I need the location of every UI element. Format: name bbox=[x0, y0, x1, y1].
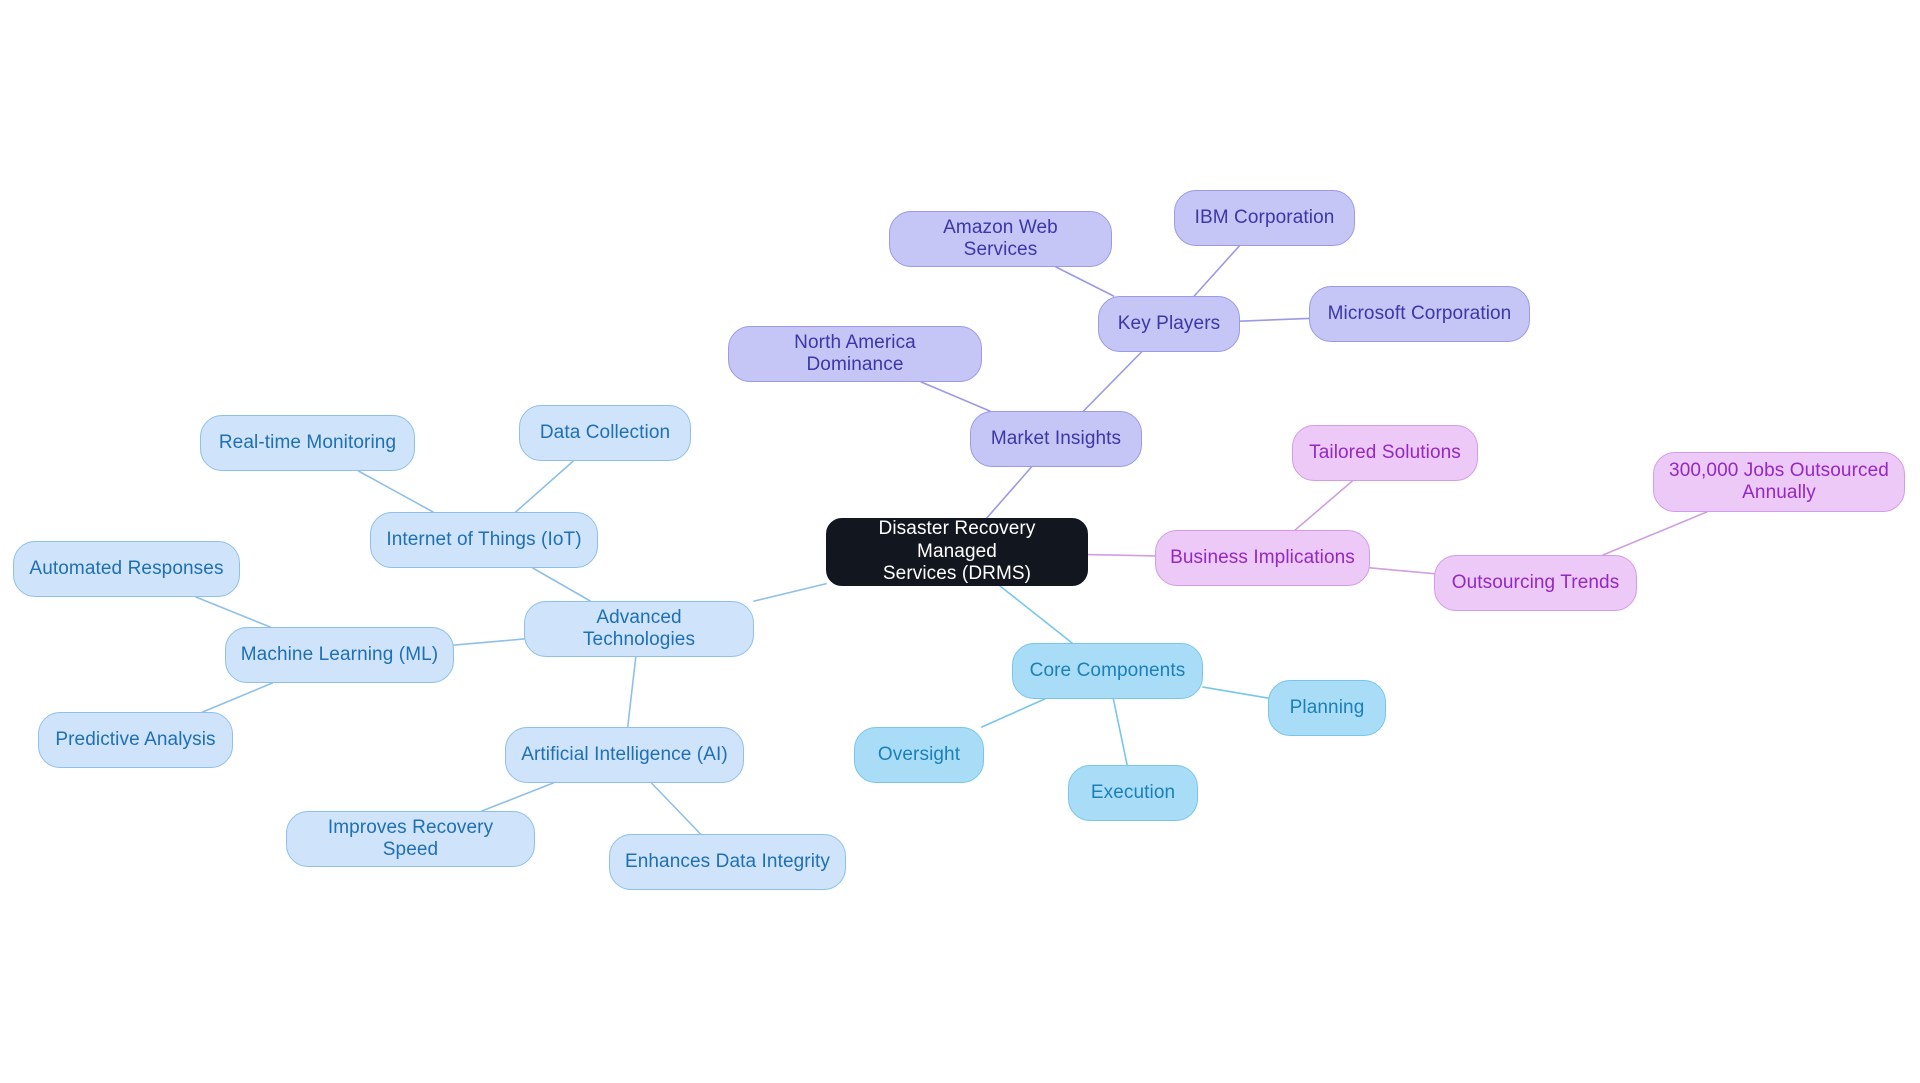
mindmap-edge-root-to-market-insights bbox=[985, 466, 1033, 519]
mindmap-edge-core-components-to-oversight bbox=[981, 698, 1046, 728]
mindmap-node-advanced-technologies[interactable]: Advanced Technologies bbox=[524, 601, 754, 657]
mindmap-node-north-america-dominance[interactable]: North America Dominance bbox=[728, 326, 982, 382]
mindmap-edge-market-insights-to-north-america-dominance bbox=[920, 381, 991, 412]
mindmap-node-market-insights[interactable]: Market Insights bbox=[970, 411, 1142, 467]
mindmap-edge-artificial-intelligence-to-improves-recovery-speed bbox=[481, 782, 554, 812]
mindmap-node-improves-recovery-speed[interactable]: Improves Recovery Speed bbox=[286, 811, 535, 867]
mindmap-node-planning[interactable]: Planning bbox=[1268, 680, 1386, 736]
mindmap-node-microsoft-corporation[interactable]: Microsoft Corporation bbox=[1309, 286, 1530, 342]
mindmap-node-execution[interactable]: Execution bbox=[1068, 765, 1198, 821]
mindmap-node-outsourcing-trends[interactable]: Outsourcing Trends bbox=[1434, 555, 1637, 611]
mindmap-node-root[interactable]: Disaster Recovery Managed Services (DRMS… bbox=[826, 518, 1088, 586]
mindmap-node-jobs-outsourced[interactable]: 300,000 Jobs Outsourced Annually bbox=[1653, 452, 1905, 512]
mindmap-edge-machine-learning-to-automated-responses bbox=[195, 596, 271, 628]
mindmap-edge-advanced-technologies-to-internet-of-things bbox=[531, 567, 592, 602]
mindmap-node-ibm-corporation[interactable]: IBM Corporation bbox=[1174, 190, 1355, 246]
mindmap-node-core-components[interactable]: Core Components bbox=[1012, 643, 1203, 699]
mindmap-edge-business-implications-to-outsourcing-trends bbox=[1369, 567, 1435, 575]
mindmap-canvas: Disaster Recovery Managed Services (DRMS… bbox=[0, 0, 1920, 1083]
mindmap-edge-advanced-technologies-to-artificial-intelligence bbox=[626, 656, 637, 728]
mindmap-edge-outsourcing-trends-to-jobs-outsourced bbox=[1602, 511, 1708, 556]
mindmap-edge-root-to-business-implications bbox=[1087, 553, 1156, 557]
mindmap-edge-root-to-core-components bbox=[999, 585, 1073, 644]
mindmap-edge-internet-of-things-to-real-time-monitoring bbox=[357, 470, 434, 513]
mindmap-edge-core-components-to-planning bbox=[1202, 686, 1269, 699]
mindmap-node-key-players[interactable]: Key Players bbox=[1098, 296, 1240, 352]
mindmap-edge-artificial-intelligence-to-enhances-data-integrity bbox=[650, 782, 702, 835]
mindmap-edge-key-players-to-ibm-corporation bbox=[1193, 245, 1241, 297]
mindmap-node-data-collection[interactable]: Data Collection bbox=[519, 405, 691, 461]
mindmap-node-automated-responses[interactable]: Automated Responses bbox=[13, 541, 240, 597]
mindmap-edge-root-to-advanced-technologies bbox=[753, 582, 827, 602]
mindmap-node-enhances-data-integrity[interactable]: Enhances Data Integrity bbox=[609, 834, 846, 890]
mindmap-node-business-implications[interactable]: Business Implications bbox=[1155, 530, 1370, 586]
mindmap-node-internet-of-things[interactable]: Internet of Things (IoT) bbox=[370, 512, 598, 568]
mindmap-node-real-time-monitoring[interactable]: Real-time Monitoring bbox=[200, 415, 415, 471]
mindmap-node-artificial-intelligence[interactable]: Artificial Intelligence (AI) bbox=[505, 727, 744, 783]
mindmap-node-oversight[interactable]: Oversight bbox=[854, 727, 984, 783]
mindmap-edge-key-players-to-amazon-web-services bbox=[1055, 266, 1115, 297]
mindmap-node-predictive-analysis[interactable]: Predictive Analysis bbox=[38, 712, 233, 768]
mindmap-edge-key-players-to-microsoft-corporation bbox=[1239, 317, 1310, 322]
mindmap-edge-market-insights-to-key-players bbox=[1082, 351, 1143, 412]
mindmap-node-amazon-web-services[interactable]: Amazon Web Services bbox=[889, 211, 1112, 267]
mindmap-edge-internet-of-things-to-data-collection bbox=[514, 460, 575, 513]
mindmap-edge-business-implications-to-tailored-solutions bbox=[1294, 480, 1354, 531]
mindmap-edge-advanced-technologies-to-machine-learning bbox=[453, 638, 525, 646]
mindmap-edge-machine-learning-to-predictive-analysis bbox=[201, 682, 274, 713]
mindmap-node-tailored-solutions[interactable]: Tailored Solutions bbox=[1292, 425, 1478, 481]
mindmap-edge-core-components-to-execution bbox=[1112, 698, 1128, 766]
mindmap-node-machine-learning[interactable]: Machine Learning (ML) bbox=[225, 627, 454, 683]
